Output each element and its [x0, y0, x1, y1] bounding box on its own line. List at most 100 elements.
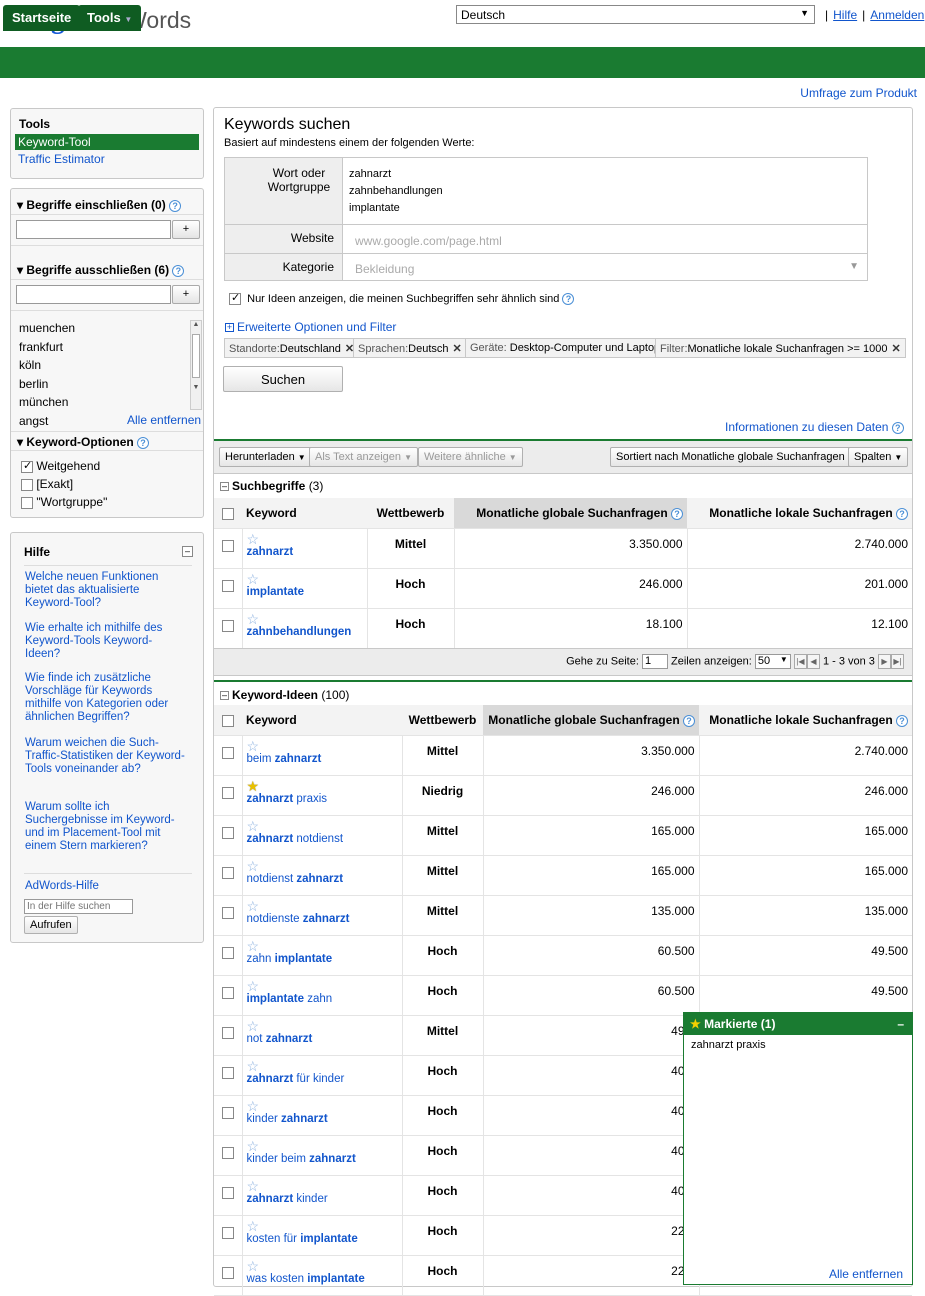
keyword-link[interactable]: zahn implantate — [247, 953, 398, 965]
exclude-header[interactable]: ▾ Begriffe ausschließen (6) ? — [11, 260, 203, 280]
keyword-link[interactable]: zahnarzt — [247, 546, 363, 558]
include-header[interactable]: ▾ Begriffe einschließen (0) ? — [11, 195, 203, 215]
help-question[interactable]: Warum weichen die Such-Traffic-Statistik… — [25, 737, 185, 776]
keyword-link[interactable]: notdienste zahnarzt — [247, 913, 398, 925]
option-broad[interactable]: Weitgehend — [21, 459, 100, 473]
row-checkbox[interactable] — [221, 540, 234, 553]
col-competition[interactable]: Wettbewerb — [367, 498, 454, 529]
col-keyword[interactable]: Keyword — [242, 705, 402, 736]
option-broad-checkbox[interactable] — [21, 459, 33, 473]
star-icon[interactable]: ☆ — [247, 532, 363, 546]
col-global[interactable]: Monatliche globale Suchanfragen ? — [454, 498, 687, 529]
star-icon[interactable]: ☆ — [247, 1179, 398, 1193]
remove-icon[interactable]: ✕ — [891, 343, 900, 355]
minimize-icon[interactable]: – — [897, 1013, 904, 1035]
starred-header[interactable]: ★ Markierte (1) – — [684, 1013, 912, 1035]
option-phrase[interactable]: "Wortgruppe" — [21, 495, 107, 509]
row-checkbox[interactable] — [221, 1267, 234, 1280]
option-phrase-checkbox[interactable] — [21, 496, 33, 509]
star-icon[interactable]: ☆ — [247, 1019, 398, 1033]
collapse-icon[interactable]: – — [182, 546, 193, 557]
star-icon[interactable]: ☆ — [247, 819, 398, 833]
keyword-options-header[interactable]: ▾ Keyword-Optionen ? — [11, 431, 203, 451]
filter-chip-location[interactable]: Standorte:Deutschland ✕ — [224, 338, 360, 358]
row-checkbox[interactable] — [221, 947, 234, 960]
help-icon[interactable]: ? — [172, 264, 185, 277]
ideas-header[interactable]: – Keyword-Ideen (100) — [214, 680, 912, 706]
info-link[interactable]: Informationen zu diesen Daten ? — [725, 420, 904, 434]
as-text-button[interactable]: Als Text anzeigen ▼ — [309, 447, 419, 467]
scroll-thumb[interactable] — [192, 334, 200, 378]
row-checkbox[interactable] — [221, 1067, 234, 1080]
exclude-input[interactable] — [16, 285, 171, 304]
help-question[interactable]: Welche neuen Funktionen bietet das aktua… — [25, 571, 185, 610]
collapse-icon[interactable]: – — [220, 482, 229, 492]
similar-only-checkbox[interactable] — [229, 291, 241, 306]
select-all-checkbox[interactable] — [222, 507, 234, 520]
scroll-up-icon[interactable]: ▲ — [191, 321, 201, 328]
row-checkbox[interactable] — [221, 1107, 234, 1120]
keyword-link[interactable]: kosten für implantate — [247, 1233, 398, 1245]
star-icon[interactable]: ☆ — [247, 1099, 398, 1113]
survey-link[interactable]: Umfrage zum Produkt — [800, 86, 917, 100]
keyword-link[interactable]: kinder beim zahnarzt — [247, 1153, 398, 1165]
sort-button[interactable]: Sortiert nach Monatliche globale Suchanf… — [610, 447, 862, 467]
row-checkbox[interactable] — [221, 620, 234, 633]
filter-chip-filter[interactable]: Filter:Monatliche lokale Suchanfragen >=… — [655, 338, 906, 358]
star-icon[interactable]: ☆ — [247, 1259, 398, 1273]
help-icon[interactable]: ? — [683, 714, 695, 727]
keyword-link[interactable]: not zahnarzt — [247, 1033, 398, 1045]
keyword-link[interactable]: implantate zahn — [247, 993, 398, 1005]
col-competition[interactable]: Wettbewerb — [402, 705, 483, 736]
star-icon[interactable]: ☆ — [247, 572, 363, 586]
rows-select[interactable]: 50 ▼ — [754, 654, 791, 669]
nav-tools[interactable]: Tools ▼ — [78, 5, 142, 31]
star-icon[interactable]: ☆ — [247, 859, 398, 873]
help-icon[interactable]: ? — [562, 293, 575, 306]
keyword-link[interactable]: zahnbehandlungen — [247, 626, 363, 638]
website-input[interactable]: www.google.com/page.html — [343, 224, 867, 253]
excluded-scrollbar[interactable]: ▲ ▼ — [190, 320, 202, 410]
help-search-input[interactable] — [24, 899, 133, 914]
help-link[interactable]: Hilfe — [833, 8, 857, 22]
keyword-link[interactable]: kinder zahnarzt — [247, 1113, 398, 1125]
first-page-icon[interactable]: |◀ — [793, 654, 807, 669]
language-select[interactable]: Deutsch ▼ — [456, 5, 815, 24]
row-checkbox[interactable] — [221, 1227, 234, 1240]
select-all-checkbox[interactable] — [222, 714, 234, 727]
star-icon[interactable]: ☆ — [247, 1139, 398, 1153]
nav-home[interactable]: Startseite — [3, 5, 81, 31]
help-question[interactable]: Wie finde ich zusätzliche Vorschläge für… — [25, 672, 185, 724]
tool-traffic-estimator[interactable]: Traffic Estimator — [15, 151, 199, 167]
keyword-link[interactable]: implantate — [247, 586, 363, 598]
include-input[interactable] — [16, 220, 171, 239]
keyword-link[interactable]: zahnarzt praxis — [247, 793, 398, 805]
row-checkbox[interactable] — [221, 1147, 234, 1160]
col-local[interactable]: Monatliche lokale Suchanfragen ? — [687, 498, 912, 529]
help-icon[interactable]: ? — [137, 436, 150, 449]
more-similar-button[interactable]: Weitere ähnliche ▼ — [418, 447, 523, 467]
advanced-options-link[interactable]: + Erweiterte Optionen und Filter — [225, 320, 396, 334]
star-icon[interactable]: ☆ — [247, 939, 398, 953]
star-icon[interactable]: ☆ — [247, 612, 363, 626]
row-checkbox[interactable] — [221, 907, 234, 920]
category-select[interactable]: Bekleidung ▼ — [343, 253, 867, 280]
row-checkbox[interactable] — [221, 747, 234, 760]
scroll-down-icon[interactable]: ▼ — [191, 384, 201, 391]
row-checkbox[interactable] — [221, 787, 234, 800]
help-icon[interactable]: ? — [671, 507, 683, 520]
prev-page-icon[interactable]: ◀ — [806, 654, 820, 669]
similar-only-option[interactable]: Nur Ideen anzeigen, die meinen Suchbegri… — [229, 291, 575, 306]
starred-remove-all[interactable]: Alle entfernen — [829, 1267, 903, 1281]
include-add-button[interactable]: + — [172, 220, 200, 239]
tool-keyword-tool[interactable]: Keyword-Tool — [15, 134, 199, 150]
remove-icon[interactable]: ✕ — [453, 343, 462, 355]
search-button[interactable]: Suchen — [223, 366, 343, 392]
search-terms-header[interactable]: – Suchbegriffe (3) — [214, 476, 912, 498]
help-icon[interactable]: ? — [891, 421, 904, 434]
columns-button[interactable]: Spalten ▼ — [848, 447, 909, 467]
star-icon[interactable]: ☆ — [247, 899, 398, 913]
page-input[interactable]: 1 — [641, 654, 668, 669]
row-checkbox[interactable] — [221, 580, 234, 593]
star-icon[interactable]: ☆ — [247, 979, 398, 993]
